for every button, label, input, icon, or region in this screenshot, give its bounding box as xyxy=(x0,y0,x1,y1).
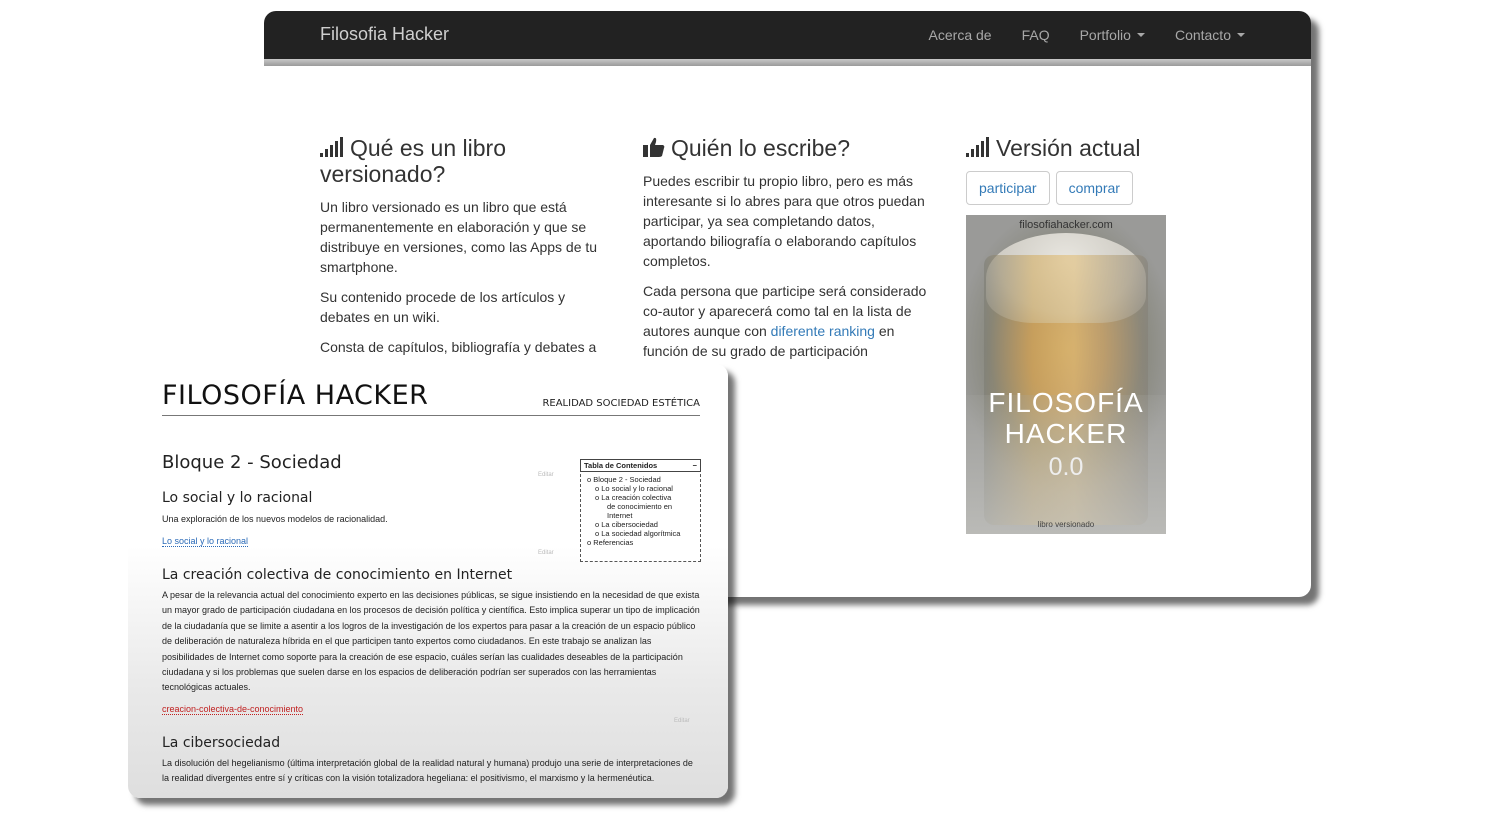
section-text: A pesar de la relevancia actual del cono… xyxy=(162,590,700,693)
caret-down-icon xyxy=(1237,33,1245,37)
heading-text: Qué es un libro versionado? xyxy=(320,135,506,187)
column-que-es: Qué es un libro versionado? Un libro ver… xyxy=(320,135,610,367)
cover-title-line2: HACKER xyxy=(1004,418,1128,449)
heading-que-es: Qué es un libro versionado? xyxy=(320,135,610,187)
toc-item-continued[interactable]: Internet xyxy=(587,511,700,520)
participar-button[interactable]: participar xyxy=(966,171,1050,205)
paragraph: Cada persona que participe será consider… xyxy=(643,281,933,361)
cover-site: filosofiahacker.com xyxy=(1019,219,1113,231)
nav-contacto-dropdown[interactable]: Contacto xyxy=(1175,27,1245,43)
heading-quien: Quién lo escribe? xyxy=(643,135,933,161)
toc-item[interactable]: Bloque 2 - Sociedad xyxy=(587,475,700,484)
title-divider xyxy=(162,415,700,416)
wiki-link-creacion[interactable]: creacion-colectiva-de-conocimiento xyxy=(162,704,304,715)
brand-link[interactable]: Filosofia Hacker xyxy=(320,24,449,45)
thumbs-up-icon xyxy=(643,137,665,157)
heading-text: Quién lo escribe? xyxy=(671,135,850,161)
section-heading: Lo social y lo racional xyxy=(162,490,313,506)
button-group: participar comprar xyxy=(966,171,1196,205)
navbar: Filosofia Hacker Acerca de FAQ Portfolio… xyxy=(264,11,1311,59)
nav-faq[interactable]: FAQ xyxy=(1022,27,1050,43)
toc-list: Bloque 2 - Sociedad Lo social y lo racio… xyxy=(581,475,700,547)
paragraph: Consta de capítulos, bibliografía y deba… xyxy=(320,339,597,355)
nav-portfolio-dropdown[interactable]: Portfolio xyxy=(1080,27,1145,43)
nav-label: Portfolio xyxy=(1079,27,1131,43)
column-quien: Quién lo escribe? Puedes escribir tu pro… xyxy=(643,135,933,371)
ranking-link[interactable]: diferente ranking xyxy=(771,323,875,339)
column-version: Versión actual participar comprar filoso… xyxy=(966,135,1196,534)
section-heading: La cibersociedad xyxy=(162,735,281,751)
navbar-shadow xyxy=(264,59,1311,66)
nav-label: Contacto xyxy=(1174,27,1231,43)
toc-item[interactable]: Referencias xyxy=(587,538,700,547)
section-text: La disolución del hegelianismo (última i… xyxy=(162,758,693,784)
wiki-tagline: REALIDAD SOCIEDAD ESTÉTICA xyxy=(542,398,700,409)
wiki-window: FILOSOFÍA HACKER REALIDAD SOCIEDAD ESTÉT… xyxy=(128,364,728,798)
table-of-contents: Tabla de Contenidos − Bloque 2 - Socieda… xyxy=(580,459,701,562)
signal-bars-icon xyxy=(320,137,343,157)
heading-version: Versión actual xyxy=(966,135,1196,161)
wiki-link-social[interactable]: Lo social y lo racional xyxy=(162,536,249,547)
signal-bars-icon xyxy=(966,137,989,157)
wiki-title[interactable]: FILOSOFÍA HACKER xyxy=(162,380,428,411)
toc-item[interactable]: La creación colectiva xyxy=(587,493,700,502)
heading-text: Versión actual xyxy=(996,135,1141,161)
cover-version: 0.0 xyxy=(1048,453,1084,481)
nav-menu: Acerca de FAQ Portfolio Contacto xyxy=(899,11,1245,59)
caret-down-icon xyxy=(1136,33,1145,37)
edit-link[interactable]: Editar xyxy=(538,472,554,478)
edit-link[interactable]: Editar xyxy=(538,550,554,556)
toc-item[interactable]: La sociedad algorítmica xyxy=(587,529,700,538)
toc-item-continued[interactable]: de conocimiento en xyxy=(587,502,700,511)
cover-title-line1: FILOSOFÍA xyxy=(988,387,1144,418)
nav-label: FAQ xyxy=(1021,27,1050,43)
edit-link[interactable]: Editar xyxy=(674,718,690,724)
paragraph: Su contenido procede de los artículos y … xyxy=(320,289,566,325)
toc-title: Tabla de Contenidos xyxy=(584,461,658,470)
collapse-icon[interactable]: − xyxy=(693,461,697,470)
paragraph: Un libro versionado es un libro que está… xyxy=(320,199,598,275)
section-title: Bloque 2 - Sociedad xyxy=(162,452,342,473)
nav-label: Acerca de xyxy=(928,27,992,43)
book-cover[interactable]: filosofiahacker.com FILOSOFÍA HACKER 0.0… xyxy=(966,215,1166,534)
toc-header: Tabla de Contenidos − xyxy=(580,459,701,472)
section-heading: La creación colectiva de conocimiento en… xyxy=(162,567,513,583)
nav-acerca[interactable]: Acerca de xyxy=(929,27,992,43)
paragraph: Puedes escribir tu propio libro, pero es… xyxy=(643,173,925,269)
cover-subtitle: libro versionado xyxy=(1037,520,1095,529)
toc-item[interactable]: La cibersociedad xyxy=(587,520,700,529)
toc-item[interactable]: Lo social y lo racional xyxy=(587,484,700,493)
comprar-button[interactable]: comprar xyxy=(1055,171,1133,205)
